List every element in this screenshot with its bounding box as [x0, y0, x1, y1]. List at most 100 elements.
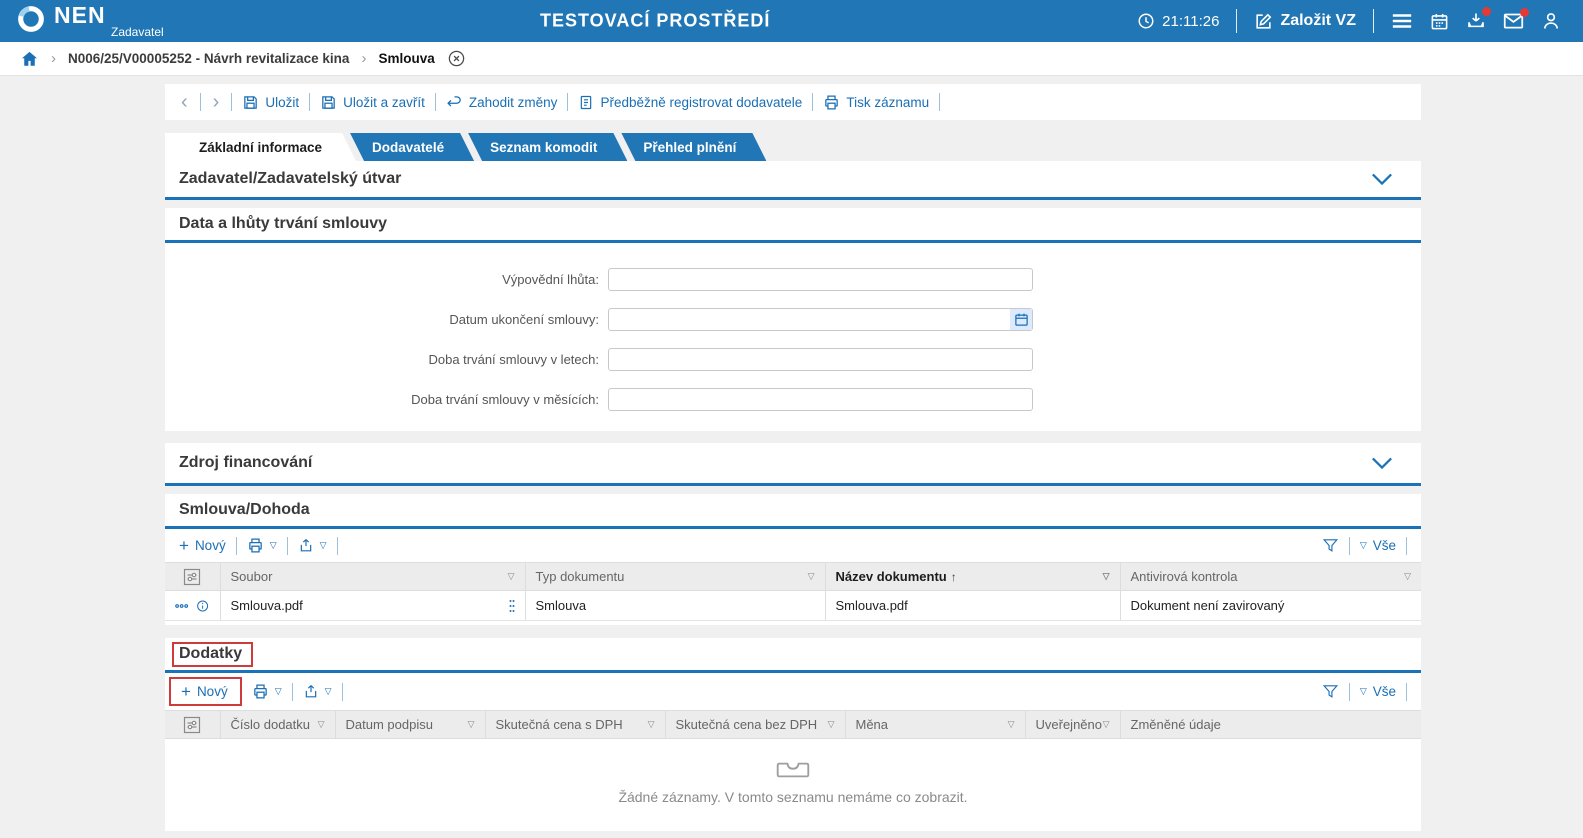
- export-icon: [303, 683, 319, 700]
- preregister-supplier-button[interactable]: Předběžně registrovat dodavatele: [578, 94, 802, 111]
- doba-trvani-mesicich-input[interactable]: [608, 388, 1033, 411]
- show-all-filter[interactable]: ▽ Vše: [1360, 684, 1396, 699]
- profile-button[interactable]: [1541, 11, 1561, 31]
- tab-seznam-komodit[interactable]: Seznam komodit: [468, 133, 627, 161]
- filter-button[interactable]: [1322, 537, 1339, 554]
- table-header-row: Číslo dodatku▽ Datum podpisu▽ Skutečná c…: [165, 711, 1421, 739]
- clock-icon: [1137, 12, 1155, 30]
- table-row[interactable]: Smlouva.pdf Smlouva Smlouva.pdf Dokument…: [165, 591, 1421, 621]
- section-title: Dodatky: [179, 645, 242, 662]
- section-title: Smlouva/Dohoda: [179, 501, 310, 519]
- print-grid-button[interactable]: ▽: [247, 537, 277, 554]
- info-icon: [196, 598, 209, 614]
- messages-button[interactable]: [1503, 12, 1524, 30]
- column-header-cena-bez-dph[interactable]: Skutečná cena bez DPH▽: [665, 711, 845, 739]
- vypovedni-lhuta-input[interactable]: [608, 268, 1033, 291]
- cell-soubor[interactable]: Smlouva.pdf: [231, 598, 303, 613]
- column-filter-icon[interactable]: ▽: [648, 719, 655, 730]
- nav-back-button[interactable]: ‹: [179, 92, 190, 112]
- save-and-close-button[interactable]: Uložit a zavřít: [320, 94, 425, 111]
- tab-zakladni-informace[interactable]: Základní informace: [165, 133, 356, 161]
- dropdown-arrow-icon[interactable]: ▽: [270, 540, 277, 551]
- close-tab-button[interactable]: [447, 49, 466, 68]
- toolbar-separator: [236, 537, 237, 555]
- expand-section-button[interactable]: [1371, 172, 1393, 186]
- logo-text: NEN: [54, 4, 164, 27]
- column-header-typ-dokumentu[interactable]: Typ dokumentu▽: [525, 563, 825, 591]
- toolbar-separator: [200, 93, 201, 111]
- column-settings-button[interactable]: [165, 711, 220, 739]
- chevron-down-icon: [1371, 456, 1393, 470]
- breadcrumb-item-procurement[interactable]: N006/25/V00005252 - Návrh revitalizace k…: [68, 51, 349, 66]
- new-document-button[interactable]: + Nový: [179, 537, 226, 554]
- column-filter-icon[interactable]: ▽: [1103, 571, 1110, 582]
- breadcrumb-item-current: Smlouva: [378, 51, 434, 66]
- expand-section-button[interactable]: [1371, 456, 1393, 470]
- save-button[interactable]: Uložit: [242, 94, 299, 111]
- dodatky-table: Číslo dodatku▽ Datum podpisu▽ Skutečná c…: [165, 710, 1421, 739]
- calendar-button[interactable]: [1430, 12, 1449, 31]
- column-filter-icon[interactable]: ▽: [808, 571, 815, 582]
- new-amendment-button[interactable]: + Nový: [181, 683, 228, 700]
- tab-prehled-plneni[interactable]: Přehled plnění: [621, 133, 766, 161]
- plus-icon: +: [179, 537, 189, 554]
- column-header-datum-podpisu[interactable]: Datum podpisu▽: [335, 711, 485, 739]
- export-icon: [298, 537, 314, 554]
- field-doba-trvani-letech: Doba trvání smlouvy v letech:: [165, 345, 1421, 373]
- column-filter-icon[interactable]: ▽: [1008, 719, 1015, 730]
- sort-asc-icon: ↑: [951, 570, 957, 584]
- calendar-icon: [1430, 12, 1449, 31]
- dropdown-arrow-icon[interactable]: ▽: [325, 686, 332, 697]
- dropdown-arrow-icon: ▽: [1360, 686, 1367, 697]
- column-header-soubor[interactable]: Soubor▽: [220, 563, 525, 591]
- column-filter-icon[interactable]: ▽: [828, 719, 835, 730]
- home-button[interactable]: [20, 50, 39, 68]
- doba-trvani-letech-input[interactable]: [608, 348, 1033, 371]
- column-header-cena-s-dph[interactable]: Skutečná cena s DPH▽: [485, 711, 665, 739]
- toolbar-separator: [231, 93, 232, 111]
- column-header-nazev-dokumentu[interactable]: Název dokumentu↑▽: [825, 563, 1120, 591]
- column-header-antivirova-kontrola[interactable]: Antivirová kontrola▽: [1120, 563, 1421, 591]
- column-settings-icon: [183, 568, 201, 586]
- cell-nazev-dokumentu: Smlouva.pdf: [825, 591, 1120, 621]
- nav-forward-button[interactable]: ›: [211, 92, 222, 112]
- print-record-button[interactable]: Tisk záznamu: [823, 94, 929, 111]
- column-filter-icon[interactable]: ▽: [318, 719, 325, 730]
- datum-ukonceni-input[interactable]: [608, 308, 1033, 331]
- dodatky-grid-toolbar: + Nový ▽ ▽: [165, 673, 1421, 710]
- smlouva-grid-toolbar: + Nový ▽ ▽: [165, 529, 1421, 562]
- column-header-uverejneno[interactable]: Uveřejněno▽: [1025, 711, 1120, 739]
- export-grid-button[interactable]: ▽: [298, 537, 327, 554]
- column-filter-icon[interactable]: ▽: [1103, 719, 1110, 730]
- column-settings-button[interactable]: [165, 563, 220, 591]
- dropdown-arrow-icon[interactable]: ▽: [275, 686, 282, 697]
- downloads-button[interactable]: [1466, 11, 1486, 31]
- tab-dodavatele[interactable]: Dodavatelé: [350, 133, 474, 161]
- column-header-cislo-dodatku[interactable]: Číslo dodatku▽: [220, 711, 335, 739]
- discard-changes-button[interactable]: Zahodit změny: [446, 94, 558, 111]
- printer-icon: [823, 94, 840, 111]
- create-vz-button[interactable]: Založit VZ: [1254, 12, 1356, 31]
- column-header-zmenene-udaje[interactable]: Změněné údaje: [1120, 711, 1421, 739]
- filter-button[interactable]: [1322, 683, 1339, 700]
- column-filter-icon[interactable]: ▽: [468, 719, 475, 730]
- column-header-mena[interactable]: Měna▽: [845, 711, 1025, 739]
- filter-funnel-icon: [1322, 537, 1339, 554]
- show-all-filter[interactable]: ▽ Vše: [1360, 538, 1396, 553]
- current-time: 21:11:26: [1162, 13, 1219, 30]
- annotation-highlight-box: Dodatky: [172, 642, 253, 667]
- nen-logo[interactable]: NEN Zadavatel: [16, 4, 164, 38]
- print-grid-button[interactable]: ▽: [252, 683, 282, 700]
- breadcrumb-separator-icon: ›: [361, 50, 366, 67]
- column-filter-icon[interactable]: ▽: [508, 571, 515, 582]
- drag-handle-icon[interactable]: [509, 599, 515, 613]
- header-divider: [1236, 9, 1237, 33]
- app-header: NEN Zadavatel TESTOVACÍ PROSTŘEDÍ 21:11:…: [0, 0, 1583, 42]
- menu-button[interactable]: [1391, 12, 1413, 30]
- dropdown-arrow-icon[interactable]: ▽: [320, 540, 327, 551]
- undo-icon: [446, 94, 463, 111]
- column-filter-icon[interactable]: ▽: [1404, 571, 1411, 582]
- export-grid-button[interactable]: ▽: [303, 683, 332, 700]
- datepicker-button[interactable]: [1010, 309, 1032, 330]
- toolbar-separator: [1349, 683, 1350, 701]
